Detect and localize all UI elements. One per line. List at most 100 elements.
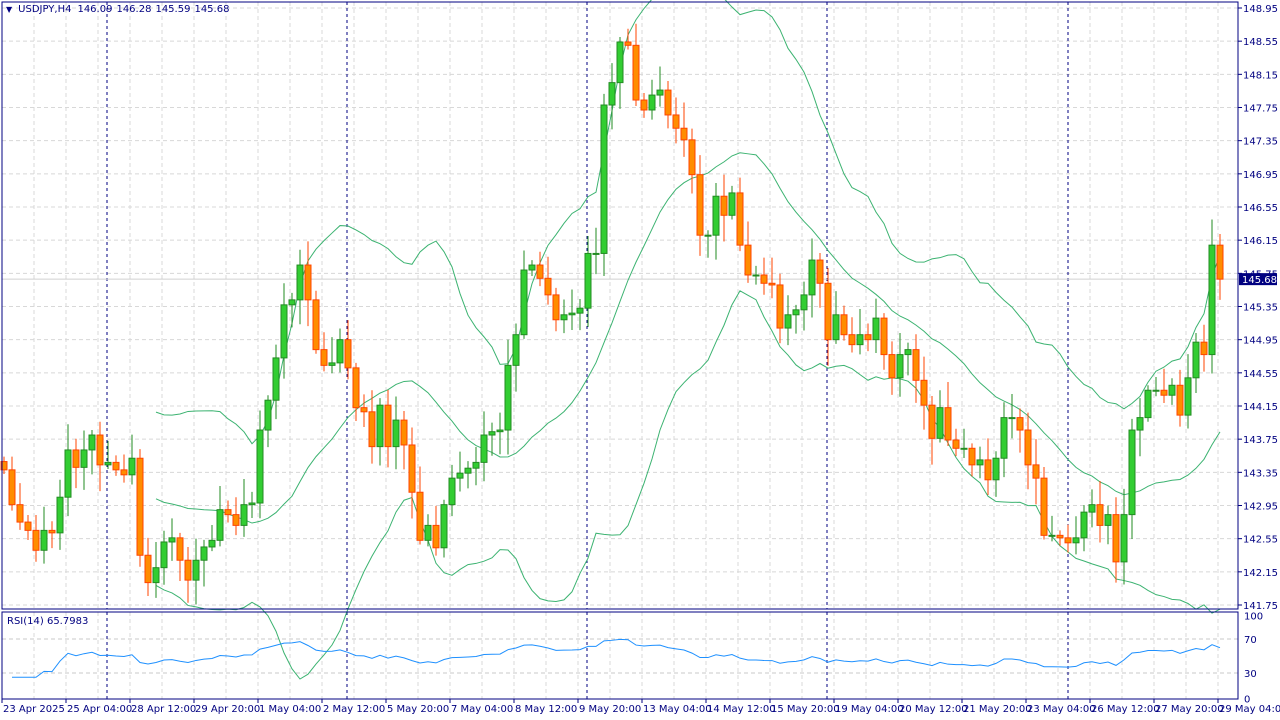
dropdown-triangle-icon[interactable]: ▼	[6, 5, 12, 14]
candle-body	[112, 461, 120, 471]
candle-body	[776, 284, 784, 329]
candle-body	[664, 89, 672, 116]
candle-body	[608, 82, 616, 106]
candle	[536, 251, 544, 287]
candle-body	[504, 364, 512, 431]
candle-body	[1120, 514, 1128, 563]
candle	[968, 443, 976, 477]
candle-body	[392, 419, 400, 448]
time-tick-label: 14 May 12:00	[707, 704, 776, 715]
candle	[920, 356, 928, 430]
candle-body	[1080, 511, 1088, 539]
candle-body	[296, 264, 304, 301]
candle-body	[72, 449, 80, 468]
candle-body	[544, 277, 552, 296]
candle-body	[688, 139, 696, 176]
candle-body	[304, 264, 312, 301]
candle	[1112, 497, 1120, 583]
candle-body	[672, 114, 680, 129]
candle-body	[360, 407, 368, 413]
candle-body	[1088, 504, 1096, 513]
candle-body	[984, 459, 992, 481]
symbol-label: USDJPY,H4	[18, 4, 72, 15]
candle	[1000, 402, 1008, 478]
candle-body	[400, 419, 408, 446]
candle-body	[552, 294, 560, 321]
candle	[224, 500, 232, 523]
candle	[600, 93, 608, 277]
candle-body	[600, 104, 608, 254]
time-tick-label: 29 May 04:00	[1219, 704, 1280, 715]
candle	[880, 313, 888, 370]
candle-body	[408, 444, 416, 493]
candle-body	[272, 357, 280, 401]
candle	[656, 66, 664, 107]
candle-body	[1216, 244, 1224, 280]
candle-body	[128, 457, 136, 476]
low-value: 145.59	[155, 4, 191, 15]
time-tick-label: 13 May 04:00	[643, 704, 712, 715]
candle-body	[264, 399, 272, 431]
candle	[688, 128, 696, 194]
candle	[328, 337, 336, 374]
candle-body	[104, 461, 112, 466]
candle-body	[256, 429, 264, 504]
candle-body	[96, 434, 104, 466]
candle-body	[1024, 429, 1032, 466]
candle-body	[512, 334, 520, 366]
candle-body	[472, 461, 480, 469]
candle	[208, 524, 216, 552]
candle-body	[1056, 534, 1064, 539]
candle-body	[1000, 417, 1008, 459]
candle-body	[824, 282, 832, 341]
candle-body	[1208, 244, 1216, 356]
candle	[128, 434, 136, 485]
candle-body	[816, 259, 824, 284]
candle-body	[1048, 534, 1056, 537]
candle-body	[1072, 537, 1080, 544]
candle	[776, 273, 784, 344]
price-chart[interactable]: 148.95 148.55 148.15 147.75 147.35 146.95 146.…	[0, 0, 1280, 720]
close-value: 145.68	[194, 4, 230, 15]
candle	[816, 253, 824, 308]
candle-body	[464, 467, 472, 474]
price-tick-label: 147.75	[1243, 104, 1278, 115]
candle-body	[184, 559, 192, 581]
candle	[736, 177, 744, 252]
candle	[16, 483, 24, 530]
candle-body	[576, 307, 584, 314]
candle-body	[728, 192, 736, 216]
candle-body	[1104, 514, 1112, 526]
candle	[1192, 333, 1200, 394]
candle	[104, 440, 112, 470]
price-tick-label: 141.75	[1243, 601, 1278, 612]
candle	[176, 532, 184, 581]
candle	[944, 381, 952, 446]
candle-body	[536, 264, 544, 279]
candle	[440, 499, 448, 558]
candle-body	[328, 362, 336, 366]
candle-body	[584, 252, 592, 309]
candle	[1072, 516, 1080, 555]
candle	[1176, 369, 1184, 427]
candle-body	[224, 509, 232, 516]
candle	[1136, 398, 1144, 457]
candle-body	[904, 349, 912, 356]
candle	[112, 455, 120, 476]
time-tick-label: 23 Apr 2025	[3, 704, 65, 715]
candle-body	[720, 195, 728, 216]
candle-body	[912, 349, 920, 381]
candle-body	[168, 537, 176, 543]
rsi-tick-label: 100	[1244, 612, 1263, 623]
candle	[680, 102, 688, 157]
candle-body	[704, 234, 712, 237]
price-tick-label: 147.35	[1243, 137, 1278, 148]
time-tick-label: 1 May 04:00	[259, 704, 321, 715]
candle-body	[976, 459, 984, 466]
candle-body	[760, 274, 768, 284]
candle	[1032, 439, 1040, 505]
candle-body	[1112, 514, 1120, 563]
candle	[1168, 378, 1176, 405]
candle	[144, 537, 152, 596]
candle-body	[120, 469, 128, 476]
